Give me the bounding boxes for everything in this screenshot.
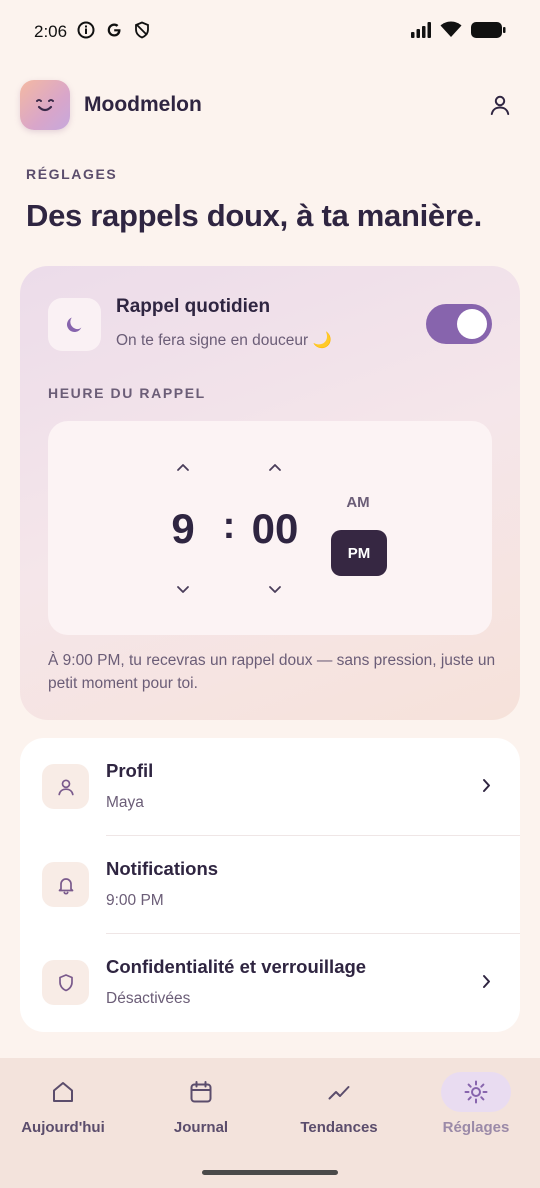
time-picker: 9 : 00 AM PM xyxy=(48,421,492,635)
smile-face-icon xyxy=(36,99,54,112)
bottom-nav: Aujourd'hui Journal Tendances Réglages xyxy=(0,1058,540,1188)
nav-label: Réglages xyxy=(442,1119,510,1136)
row-subtitle: 9:00 PM xyxy=(106,892,164,909)
signal-icon xyxy=(410,21,432,43)
pm-option[interactable]: PM xyxy=(331,530,387,576)
time-separator: : xyxy=(222,505,236,547)
page-title: Des rappels doux, à ta manière. xyxy=(26,198,482,233)
sun-settings-icon xyxy=(441,1072,511,1112)
reminder-toggle[interactable] xyxy=(426,304,492,344)
chevron-right-icon xyxy=(476,775,496,795)
row-subtitle: Maya xyxy=(106,794,144,811)
nav-item-journal[interactable]: Journal xyxy=(141,1072,261,1142)
hour-value[interactable]: 9 xyxy=(153,505,213,553)
app-logo xyxy=(20,80,70,130)
am-option[interactable]: AM xyxy=(330,494,386,511)
nav-label: Journal xyxy=(173,1119,229,1136)
row-title: Profil xyxy=(106,760,154,781)
settings-row-profile[interactable]: Profil Maya xyxy=(20,738,520,836)
time-section-label: HEURE DU RAPPEL xyxy=(48,385,206,401)
wifi-icon xyxy=(440,21,462,43)
row-title: Confidentialité et verrouillage xyxy=(106,956,367,977)
reminder-title: Rappel quotidien xyxy=(116,296,271,317)
minute-up-button[interactable] xyxy=(263,455,287,479)
home-indicator[interactable] xyxy=(202,1170,338,1175)
row-icon-tile xyxy=(42,862,89,907)
hour-down-button[interactable] xyxy=(171,577,195,601)
hour-up-button[interactable] xyxy=(171,455,195,479)
minute-down-button[interactable] xyxy=(263,577,287,601)
row-icon-tile xyxy=(42,764,89,809)
reminder-note: À 9:00 PM, tu recevras un rappel doux — … xyxy=(48,652,496,692)
chevron-right-icon xyxy=(476,971,496,991)
nav-item-settings[interactable]: Réglages xyxy=(416,1072,536,1142)
chevron-up-icon xyxy=(177,463,189,471)
info-icon xyxy=(77,21,95,44)
calendar-icon xyxy=(166,1072,236,1112)
status-time: 2:06 xyxy=(34,22,68,41)
nav-item-trends[interactable]: Tendances xyxy=(279,1072,399,1142)
moon-tile xyxy=(48,298,101,351)
settings-row-privacy[interactable]: Confidentialité et verrouillage Désactiv… xyxy=(20,934,520,1032)
shield-icon xyxy=(58,973,73,991)
moon-icon xyxy=(66,317,81,332)
battery-icon xyxy=(470,21,506,44)
daily-reminder-card: Rappel quotidien On te fera signe en dou… xyxy=(20,266,520,720)
vpn-shield-icon xyxy=(133,21,151,44)
row-icon-tile xyxy=(42,960,89,1005)
home-icon xyxy=(28,1072,98,1112)
status-bar: 2:06 xyxy=(0,0,540,64)
profile-button[interactable] xyxy=(480,85,520,125)
chevron-down-icon xyxy=(269,585,281,593)
reminder-subtitle: On te fera signe en douceur 🌙 xyxy=(116,332,332,349)
nav-item-today[interactable]: Aujourd'hui xyxy=(3,1072,123,1142)
nav-label: Aujourd'hui xyxy=(21,1119,105,1136)
app-header: Moodmelon xyxy=(20,80,520,130)
person-icon xyxy=(490,95,510,115)
minute-value[interactable]: 00 xyxy=(238,505,312,553)
toggle-knob xyxy=(457,309,487,339)
bell-icon xyxy=(58,877,73,895)
nav-label: Tendances xyxy=(300,1119,378,1136)
settings-row-notifications[interactable]: Notifications 9:00 PM xyxy=(20,836,520,934)
chevron-down-icon xyxy=(177,585,189,593)
chevron-up-icon xyxy=(269,463,281,471)
section-eyebrow: RÉGLAGES xyxy=(26,166,118,182)
google-icon xyxy=(105,21,123,44)
row-title: Notifications xyxy=(106,858,219,879)
trend-icon xyxy=(304,1072,374,1112)
app-name: Moodmelon xyxy=(84,93,202,116)
settings-list: Profil Maya Notifications 9:00 PM Confid… xyxy=(20,738,520,1032)
row-subtitle: Désactivées xyxy=(106,990,191,1007)
person-icon xyxy=(57,778,74,795)
